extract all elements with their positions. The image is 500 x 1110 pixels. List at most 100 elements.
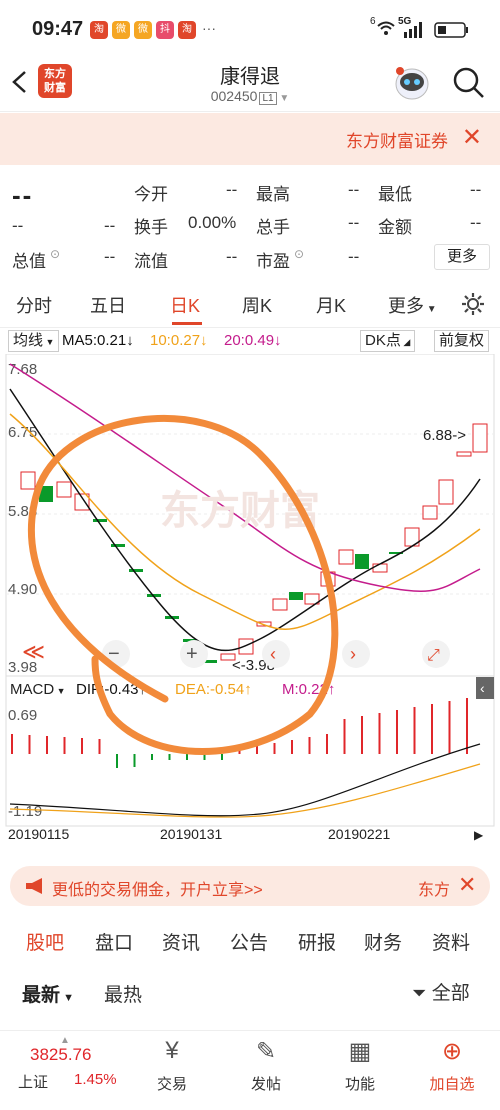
nav-add-watchlist[interactable]: 加自选 — [422, 1073, 482, 1094]
network-prefix: 6 — [370, 16, 376, 27]
promo-banner[interactable]: 更低的交易佣金，开户立享>> 东方 ✕ — [10, 866, 490, 906]
chevron-left-icon[interactable]: ‹ — [480, 680, 485, 696]
chevron-down-icon: ▼ — [276, 93, 290, 104]
filter-latest[interactable]: 最新 ▼ — [22, 980, 74, 1007]
candle — [56, 481, 72, 498]
candle — [289, 592, 303, 600]
prev-button[interactable] — [262, 640, 290, 668]
ma-select[interactable]: 均线 ▼ — [8, 330, 60, 352]
nav-trade[interactable]: 交易 — [142, 1073, 202, 1094]
close-icon[interactable]: ✕ — [462, 123, 482, 152]
weibo-badge-icon: 微 — [134, 21, 152, 39]
status-bar: 09:47 淘 微 微 抖 淘 ··· 6 5G — [0, 0, 500, 60]
tab-news[interactable]: 资讯 — [162, 928, 200, 955]
play-icon[interactable]: ▶ — [474, 828, 484, 842]
y-tick: 4.90 — [8, 581, 37, 598]
open-label: 今开 — [134, 185, 168, 204]
ma20-value: 20:0.49↓ — [224, 332, 282, 349]
tab-research[interactable]: 研报 — [298, 928, 336, 955]
volume-value: -- — [348, 213, 360, 232]
candle — [111, 544, 125, 547]
index-name[interactable]: 上证 — [18, 1071, 48, 1092]
close-icon[interactable]: ✕ — [458, 872, 476, 898]
candle — [129, 569, 143, 572]
tab-more[interactable]: 更多 ▼ — [388, 292, 437, 318]
macd-dea: DEA:-0.54↑ — [175, 681, 252, 698]
next-button[interactable] — [342, 640, 370, 668]
wifi-icon — [377, 21, 395, 35]
adjust-button[interactable]: 前复权 — [434, 330, 490, 352]
robot-assistant-icon[interactable] — [392, 62, 432, 104]
scroll-left-icon[interactable]: ≪ — [22, 639, 45, 664]
tab-monthly-k[interactable]: 月K — [316, 292, 346, 318]
kline-chart[interactable]: 7.68 6.75 5.83 4.90 3.98 6.88-> <-3.98 东… — [0, 354, 500, 854]
turnover-value: 0.00% — [188, 213, 237, 232]
candle — [372, 563, 388, 573]
edit-icon[interactable]: ✎ — [236, 1037, 296, 1066]
turnover-label: 换手 — [134, 218, 168, 237]
index-value[interactable]: 3825.76 — [30, 1045, 91, 1065]
banner-text: 东方财富证券 — [346, 132, 448, 151]
candle — [422, 505, 438, 520]
filter-icon: ⏷ — [412, 983, 427, 1003]
candle — [438, 479, 454, 505]
candle — [456, 451, 472, 457]
grid-icon[interactable]: ▦ — [330, 1037, 390, 1066]
high-value: -- — [348, 180, 360, 199]
price-change-pct: -- — [104, 216, 116, 235]
y-tick: 6.75 — [8, 424, 37, 441]
info-icon[interactable]: ⊙ — [50, 247, 60, 261]
nav-functions[interactable]: 功能 — [330, 1073, 390, 1094]
add-circle-icon[interactable]: ⊕ — [422, 1037, 482, 1066]
music-badge-icon: 抖 — [156, 21, 174, 39]
amount-value: -- — [470, 213, 482, 232]
y-tick: 7.68 — [8, 361, 37, 378]
tab-five-day[interactable]: 五日 — [90, 292, 126, 318]
candle — [472, 423, 488, 453]
chevron-right-icon[interactable]: › — [350, 644, 356, 664]
ma10-value: 10:0.27↓ — [150, 332, 208, 349]
trade-icon[interactable]: ¥ — [142, 1037, 202, 1065]
candle — [20, 471, 36, 490]
float-cap-value: -- — [226, 247, 238, 266]
x-tick: 20190115 — [8, 826, 69, 842]
search-icon[interactable] — [452, 66, 486, 100]
panel-collapse-button[interactable] — [476, 677, 494, 699]
broker-banner[interactable]: 东方财富证券 ✕ — [0, 113, 500, 165]
battery-icon — [434, 22, 468, 38]
index-pct[interactable]: 1.45% — [74, 1071, 117, 1088]
chevron-left-icon[interactable]: ‹ — [270, 644, 276, 664]
pe-label: 市盈 — [256, 252, 290, 271]
x-tick: 20190131 — [160, 826, 223, 842]
tab-pankou[interactable]: 盘口 — [95, 928, 133, 955]
taobao-badge-icon: 淘 — [90, 21, 108, 39]
info-icon[interactable]: ⊙ — [294, 247, 304, 261]
active-tab-indicator — [172, 322, 202, 325]
tab-daily-k[interactable]: 日K — [170, 292, 200, 318]
open-value: -- — [226, 180, 238, 199]
tab-intraday[interactable]: 分时 — [16, 292, 52, 318]
x-tick: 20190221 — [328, 826, 391, 842]
tab-announcements[interactable]: 公告 — [230, 928, 268, 955]
filter-all[interactable]: ⏷ 全部 — [412, 978, 470, 1005]
expand-icon[interactable]: ⤢ — [427, 647, 440, 664]
tab-finance[interactable]: 财务 — [364, 928, 402, 955]
low-value: -- — [470, 180, 482, 199]
market-cap-value: -- — [104, 247, 116, 266]
plus-icon[interactable]: + — [186, 643, 198, 665]
promo-tail: 东方 — [418, 882, 451, 899]
float-cap-label: 流值 — [134, 252, 168, 271]
candle — [355, 554, 369, 569]
tab-profile[interactable]: 资料 — [432, 928, 470, 955]
low-label: 最低 — [378, 185, 412, 204]
stock-code: 002450 — [210, 88, 258, 104]
dk-point-button[interactable]: DK点 ◢ — [360, 330, 416, 352]
tab-weekly-k[interactable]: 周K — [242, 292, 272, 318]
gear-icon[interactable] — [460, 291, 486, 317]
tab-guba[interactable]: 股吧 — [26, 928, 64, 955]
more-notifications: ··· — [202, 20, 216, 36]
nav-post[interactable]: 发帖 — [236, 1073, 296, 1094]
more-quote-button[interactable]: 更多 — [434, 244, 490, 270]
macd-top: 0.69 — [8, 707, 37, 724]
filter-hot[interactable]: 最热 — [104, 980, 142, 1007]
